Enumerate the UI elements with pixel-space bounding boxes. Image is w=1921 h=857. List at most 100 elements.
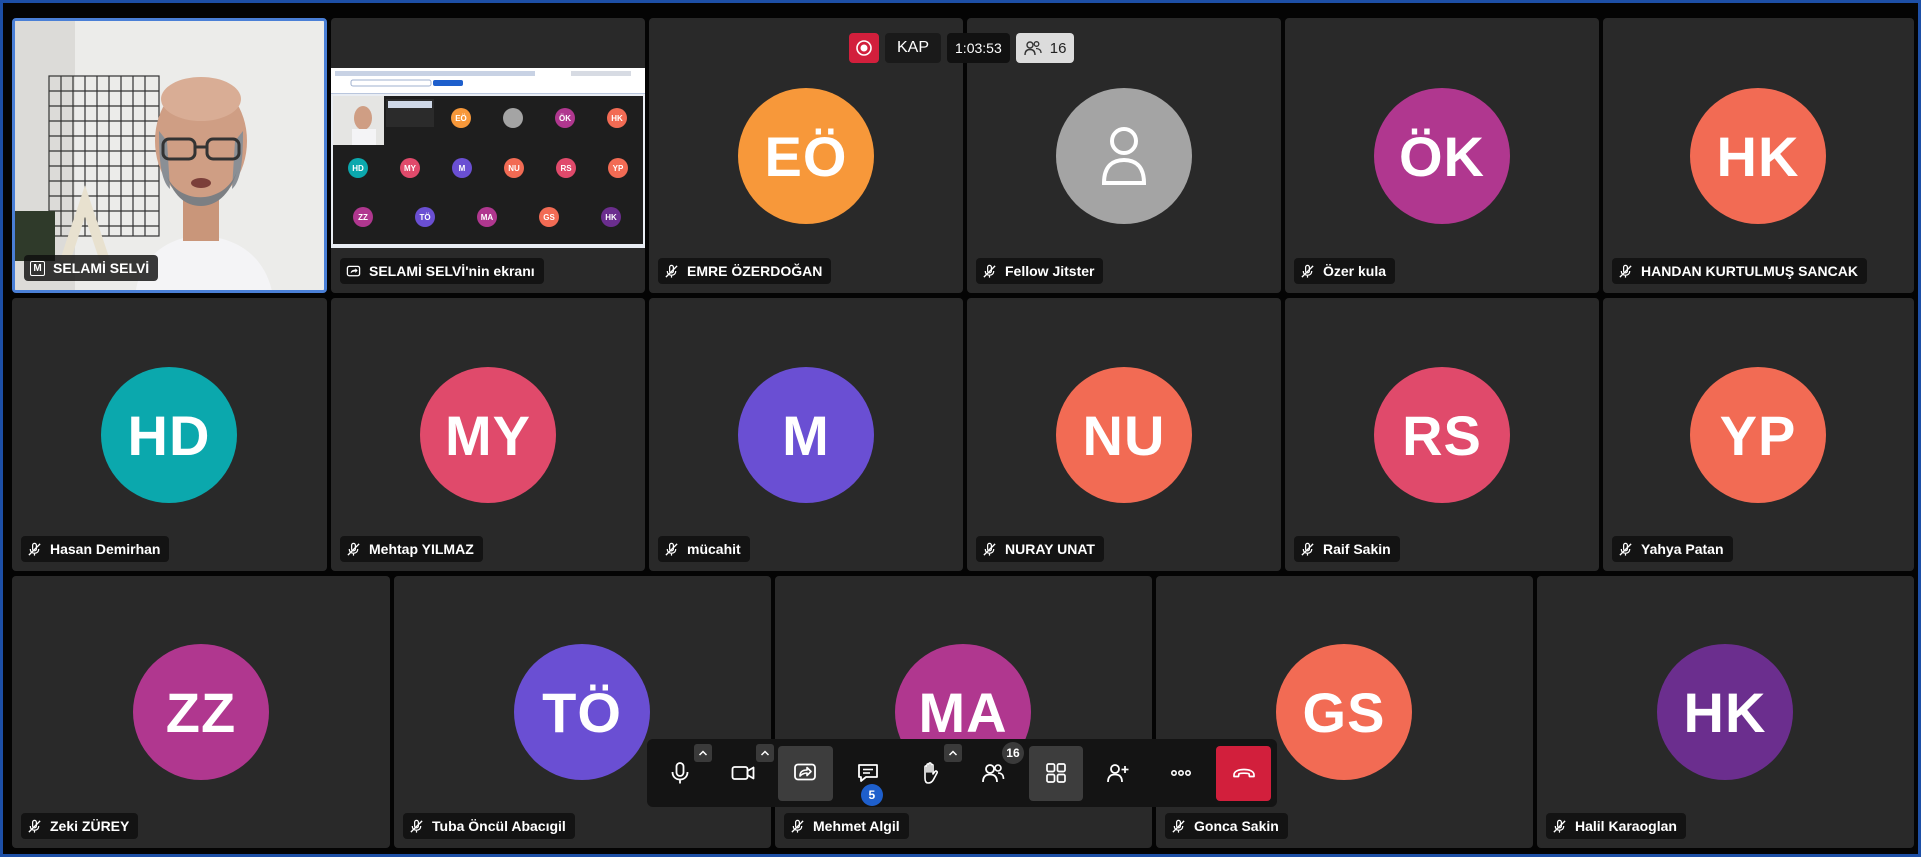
participant-name-label: M SELAMİ SELVİ	[24, 255, 159, 281]
tile-view-button[interactable]	[1028, 745, 1084, 801]
participants-badge: 16	[1001, 741, 1024, 764]
avatar: NU	[1056, 367, 1192, 503]
chevron-up-icon	[948, 749, 957, 756]
participant-name-label: Tuba Öncül Abacıgil	[403, 813, 575, 839]
participant-name-label: Raif Sakin	[1294, 536, 1400, 562]
participant-name-label: Fellow Jitster	[976, 258, 1104, 284]
microphone-options-button[interactable]	[693, 743, 712, 762]
raise-hand-button[interactable]	[903, 743, 962, 801]
mini-avatar-initials: MA	[481, 213, 494, 222]
mic-muted-icon	[983, 264, 996, 278]
participant-tile-raif-sakin[interactable]: RS Raif Sakin	[1285, 298, 1599, 571]
mini-avatar-initials: HD	[352, 164, 364, 173]
avatar: ZZ	[133, 644, 269, 780]
participant-name: Gonca Sakin	[1194, 818, 1279, 834]
participant-name-label: Halil Karaoglan	[1546, 813, 1686, 839]
participants-icon	[982, 764, 1005, 783]
video-frame-image	[15, 21, 324, 290]
participant-tile-yahya-patan[interactable]: YP Yahya Patan	[1603, 298, 1914, 571]
participant-tile-halil-karaoglan[interactable]: HK Halil Karaoglan	[1537, 576, 1914, 848]
moderator-icon: M	[30, 260, 45, 276]
mic-muted-icon	[1172, 819, 1185, 833]
chat-button[interactable]: 5	[841, 746, 896, 806]
participant-name-label: Yahya Patan	[1612, 536, 1733, 562]
hang-up-button[interactable]	[1216, 745, 1271, 801]
participant-tile-ozer-kula[interactable]: ÖK Özer kula	[1285, 18, 1599, 293]
recording-indicator[interactable]	[849, 33, 879, 63]
participant-tile-tuba-oncul-abacigil[interactable]: TÖ Tuba Öncül Abacıgil	[394, 576, 771, 848]
meeting-subject: KAP	[885, 33, 942, 63]
participant-count: 16	[1049, 39, 1067, 57]
record-icon	[856, 40, 872, 56]
participant-count-pill[interactable]: 16	[1015, 33, 1075, 63]
screen-share-button[interactable]	[778, 745, 833, 801]
invite-button[interactable]	[1091, 746, 1146, 801]
mic-muted-icon	[28, 819, 41, 833]
mic-muted-icon	[347, 542, 360, 556]
mini-avatar-initials: HK	[611, 114, 623, 123]
avatar: RS	[1374, 367, 1510, 503]
participant-name: Yahya Patan	[1641, 541, 1724, 557]
mic-muted-icon	[1619, 264, 1632, 278]
mic-muted-icon	[1553, 819, 1566, 833]
participant-name: NURAY UNAT	[1005, 541, 1095, 557]
participant-tile-mehtap-yilmaz[interactable]: MY Mehtap YILMAZ	[331, 298, 645, 571]
more-icon	[1171, 770, 1192, 777]
mini-avatar	[503, 108, 523, 128]
avatar: EÖ	[738, 88, 874, 224]
mic-muted-icon	[1301, 264, 1314, 278]
grid-icon	[1046, 763, 1066, 783]
avatar: HD	[101, 367, 237, 503]
mic-muted-icon	[1301, 542, 1314, 556]
mini-avatar-initials: RS	[560, 164, 572, 173]
mic-muted-icon	[410, 819, 423, 833]
participant-name-label: SELAMİ SELVİ'nin ekranı	[340, 258, 544, 284]
chevron-up-icon	[698, 749, 707, 756]
reactions-options-button[interactable]	[943, 743, 962, 762]
add-user-icon	[1107, 764, 1129, 783]
participant-tile-zeki-zurey[interactable]: ZZ Zeki ZÜREY	[12, 576, 390, 848]
more-button[interactable]	[1154, 746, 1209, 801]
participant-tile-mucahit[interactable]: M mücahit	[649, 298, 963, 571]
camera-button[interactable]	[716, 743, 775, 801]
microphone-button[interactable]	[653, 743, 712, 801]
mini-avatar-initials: ÖK	[559, 114, 571, 123]
participant-name: mücahit	[687, 541, 741, 557]
participant-name: Raif Sakin	[1323, 541, 1391, 557]
participant-name: Fellow Jitster	[1005, 263, 1095, 279]
chat-icon	[858, 764, 878, 782]
participant-tile-selami-selvi[interactable]: M SELAMİ SELVİ	[12, 18, 327, 293]
participant-name: Mehmet Algil	[813, 818, 900, 834]
participant-tile-nuray-unat[interactable]: NU NURAY UNAT	[967, 298, 1281, 571]
participant-name: Halil Karaoglan	[1575, 818, 1677, 834]
hang-up-icon	[1232, 768, 1255, 778]
meeting-toolbar: 5 16	[647, 739, 1277, 807]
avatar: HK	[1657, 644, 1793, 780]
avatar: YP	[1690, 367, 1826, 503]
avatar: MY	[420, 367, 556, 503]
meeting-timer: 1:03:53	[947, 33, 1010, 63]
mini-avatar-initials: YP	[613, 164, 624, 173]
participant-name: SELAMİ SELVİ'nin ekranı	[369, 263, 535, 279]
mic-muted-icon	[983, 542, 996, 556]
mini-avatar-initials: M	[459, 164, 466, 173]
mini-avatar-initials: GS	[543, 213, 555, 222]
participant-tile-handan-kurtulmus-sancak[interactable]: HK HANDAN KURTULMUŞ SANCAK	[1603, 18, 1914, 293]
camera-video	[15, 21, 324, 290]
participant-tile-mehmet-algil[interactable]: MA Mehmet Algil	[775, 576, 1152, 848]
mini-avatar-initials: MY	[404, 164, 417, 173]
chat-unread-badge: 5	[860, 783, 883, 806]
participant-tile-screen-share[interactable]: EÖ ÖK HK HD MY M NU RS YP ZZ TÖ MA GS HK SELAMİ SELVİ…	[331, 18, 645, 293]
participant-name-label: Mehmet Algil	[784, 813, 909, 839]
participant-name: Hasan Demirhan	[50, 541, 161, 557]
participants-button[interactable]: 16	[966, 741, 1024, 801]
meeting-window: M SELAMİ SELVİ EÖ ÖK HK HD MY M NU RS YP ZZ TÖ MA GS…	[0, 0, 1921, 857]
browser-toolbar-preview	[331, 68, 645, 94]
participant-tile-hasan-demirhan[interactable]: HD Hasan Demirhan	[12, 298, 327, 571]
meeting-status-bar: KAP 1:03:53 16	[849, 33, 1075, 63]
participant-name-label: EMRE ÖZERDOĞAN	[658, 258, 832, 284]
participant-name-label: Mehtap YILMAZ	[340, 536, 483, 562]
camera-options-button[interactable]	[756, 743, 775, 762]
participant-name: Zeki ZÜREY	[50, 818, 130, 834]
participant-tile-gonca-sakin[interactable]: GS Gonca Sakin	[1156, 576, 1533, 848]
